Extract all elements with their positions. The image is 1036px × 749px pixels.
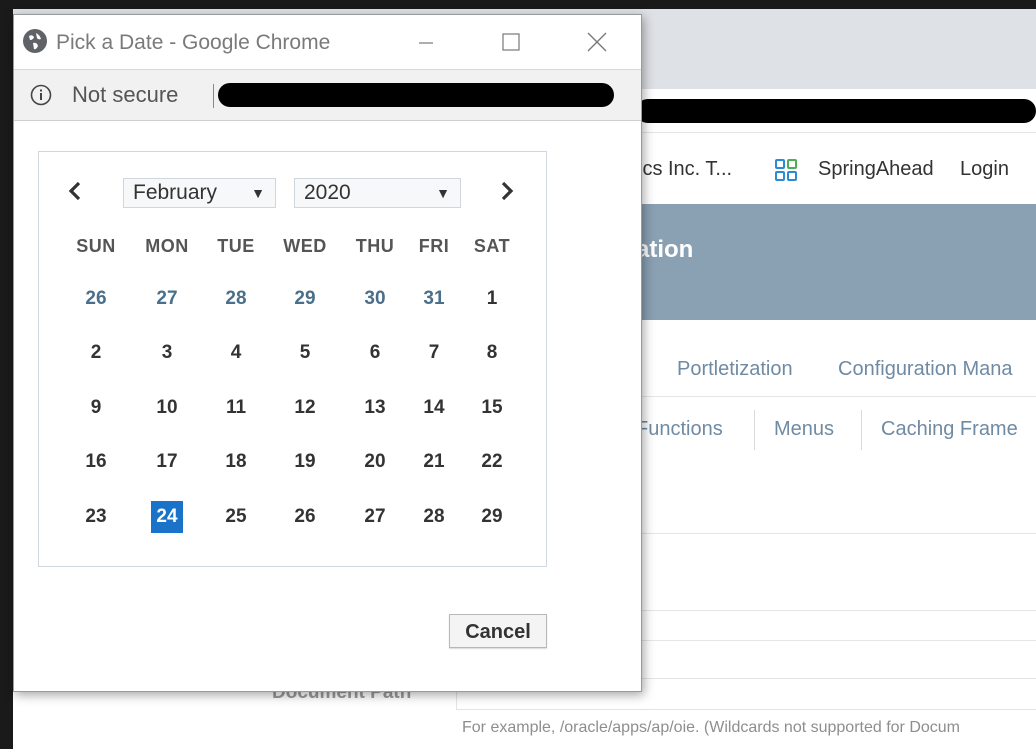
calendar-day[interactable]: 1: [476, 283, 508, 315]
month-select[interactable]: February ▼: [123, 178, 276, 208]
date-picker-popup: Pick a Date - Google Chrome Not secure F…: [13, 14, 642, 692]
calendar-day[interactable]: 9: [80, 392, 112, 424]
address-separator: [213, 84, 214, 108]
calendar-day[interactable]: 12: [289, 392, 321, 424]
close-button[interactable]: [582, 27, 612, 57]
maximize-button[interactable]: [496, 27, 526, 57]
screen-frame-top: [0, 0, 1036, 9]
calendar-day[interactable]: 6: [359, 337, 391, 369]
minimize-button[interactable]: [411, 27, 441, 57]
calendar-day[interactable]: 23: [80, 501, 112, 533]
calendar-day[interactable]: 7: [418, 337, 450, 369]
weekday-label-fri: FRI: [418, 236, 450, 256]
document-path-hint: For example, /oracle/apps/ap/oie. (Wildc…: [462, 719, 961, 736]
calendar-day[interactable]: 3: [151, 337, 183, 369]
calendar-panel: February ▼ 2020 ▼ SUN MON TUE WED THU FRI SAT …: [38, 151, 547, 567]
redacted-url-background: [636, 99, 1036, 123]
calendar-day-selected[interactable]: 24: [151, 501, 183, 533]
calendar-day[interactable]: 18: [220, 446, 252, 478]
bookmark-springahead[interactable]: SpringAhead: [818, 158, 934, 181]
calendar-day[interactable]: 20: [359, 446, 391, 478]
calendar-day[interactable]: 15: [476, 392, 508, 424]
popup-titlebar: Pick a Date - Google Chrome: [14, 15, 641, 70]
bookmark-login[interactable]: Login: [960, 158, 1009, 181]
calendar-day[interactable]: 27: [359, 501, 391, 533]
close-icon: [587, 32, 607, 52]
tab-configuration-management[interactable]: Configuration Mana: [838, 358, 1013, 381]
tab-menus[interactable]: Menus: [774, 418, 834, 441]
redacted-url: [218, 83, 614, 107]
calendar-day[interactable]: 28: [220, 283, 252, 315]
calendar-day[interactable]: 30: [359, 283, 391, 315]
calendar-day[interactable]: 17: [151, 446, 183, 478]
popup-window-title: Pick a Date - Google Chrome: [56, 31, 331, 54]
month-dropdown-caret-icon: ▼: [251, 185, 265, 201]
springahead-icon: [775, 159, 797, 181]
calendar-day[interactable]: 29: [476, 501, 508, 533]
minimize-icon: [419, 42, 433, 44]
weekday-label-sun: SUN: [76, 236, 116, 256]
tab-portletization[interactable]: Portletization: [677, 358, 793, 381]
year-dropdown-caret-icon: ▼: [436, 185, 450, 201]
maximize-icon: [502, 33, 520, 51]
info-icon[interactable]: [30, 84, 52, 106]
calendar-day[interactable]: 26: [80, 283, 112, 315]
screen-frame-left: [0, 0, 13, 749]
calendar-day[interactable]: 16: [80, 446, 112, 478]
calendar-day[interactable]: 31: [418, 283, 450, 315]
tab-separator: [861, 410, 862, 450]
calendar-day[interactable]: 2: [80, 337, 112, 369]
weekday-label-sat: SAT: [473, 236, 511, 256]
page-header-title: ation: [636, 236, 694, 263]
calendar-day[interactable]: 11: [220, 392, 252, 424]
calendar-day[interactable]: 5: [289, 337, 321, 369]
year-select[interactable]: 2020 ▼: [294, 178, 461, 208]
calendar-day[interactable]: 4: [220, 337, 252, 369]
weekday-label-wed: WED: [283, 236, 327, 256]
calendar-day[interactable]: 29: [289, 283, 321, 315]
previous-month-arrow-icon[interactable]: [65, 178, 85, 204]
next-month-arrow-icon[interactable]: [497, 178, 517, 204]
calendar-day[interactable]: 13: [359, 392, 391, 424]
calendar-day[interactable]: 28: [418, 501, 450, 533]
calendar-day[interactable]: 22: [476, 446, 508, 478]
popup-address-bar[interactable]: Not secure: [14, 70, 641, 121]
not-secure-label: Not secure: [72, 82, 179, 107]
calendar-day[interactable]: 21: [418, 446, 450, 478]
calendar-day[interactable]: 10: [151, 392, 183, 424]
year-select-value: 2020: [304, 181, 351, 204]
tab-caching-framework[interactable]: Caching Frame: [881, 418, 1018, 441]
month-select-value: February: [133, 181, 218, 204]
calendar-day[interactable]: 25: [220, 501, 252, 533]
calendar-day[interactable]: 27: [151, 283, 183, 315]
cancel-button[interactable]: Cancel: [449, 614, 547, 648]
calendar-day[interactable]: 26: [289, 501, 321, 533]
globe-icon: [23, 29, 47, 53]
calendar-day[interactable]: 8: [476, 337, 508, 369]
calendar-day[interactable]: 14: [418, 392, 450, 424]
weekday-label-mon: MON: [145, 236, 189, 256]
weekday-label-tue: TUE: [217, 236, 255, 256]
weekday-label-thu: THU: [355, 236, 395, 256]
tab-separator: [754, 410, 755, 450]
calendar-day[interactable]: 19: [289, 446, 321, 478]
tab-functions[interactable]: Functions: [636, 418, 723, 441]
bookmark-partial[interactable]: ics Inc. T...: [638, 158, 732, 181]
